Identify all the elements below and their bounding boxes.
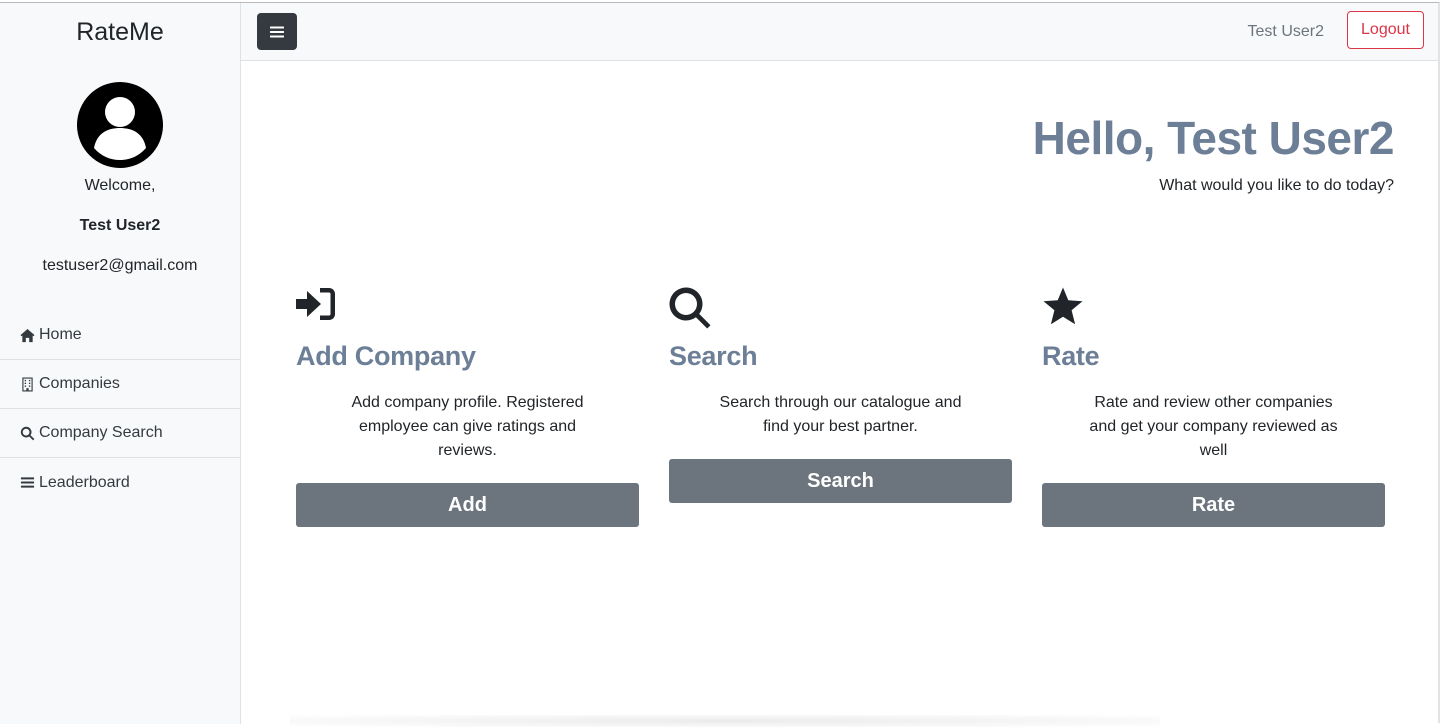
sidebar-user-name: Test User2 [79, 217, 161, 234]
sidebar-item-leaderboard[interactable]: Leaderboard [0, 458, 240, 507]
card-description: Rate and review other companies and get … [1089, 394, 1338, 459]
logout-button[interactable]: Logout [1347, 11, 1424, 49]
card-title: Search [669, 341, 758, 371]
search-icon [20, 426, 35, 440]
bars-icon [20, 477, 35, 488]
sidebar-toggle-button[interactable] [257, 13, 297, 50]
page-subtitle: What would you like to do today? [1159, 177, 1394, 194]
home-icon [20, 328, 35, 342]
sign-in-icon [296, 288, 335, 320]
hamburger-icon [270, 26, 284, 37]
sidebar-item-label: Leaderboard [39, 473, 130, 491]
sidebar-item-label: Home [39, 326, 82, 343]
welcome-text: Welcome, [84, 177, 156, 194]
brand-logo[interactable]: RateMe [0, 18, 240, 47]
add-button[interactable]: Add [296, 483, 639, 527]
sidebar-item-company-search[interactable]: Company Search [0, 409, 240, 458]
card-description: Search through our catalogue and find yo… [719, 394, 962, 435]
sidebar: RateMe Welcome, Test User2 testuser2@gma… [0, 3, 241, 724]
sidebar-item-companies[interactable]: Companies [0, 360, 240, 409]
page-greeting: Hello, Test User2 [1032, 112, 1395, 164]
navbar-user-name[interactable]: Test User2 [1248, 23, 1324, 41]
rate-card: Rate Rate and review other companies and… [1042, 287, 1385, 527]
top-navbar: Test User2 Logout [241, 3, 1438, 61]
search-card: Search Search through our catalogue and … [669, 287, 1012, 503]
rate-button[interactable]: Rate [1042, 483, 1385, 527]
sidebar-item-home[interactable]: Home [0, 311, 240, 360]
search-icon [669, 287, 711, 329]
user-avatar-icon [77, 82, 163, 168]
star-icon [1043, 287, 1083, 325]
sidebar-item-label: Companies [39, 375, 120, 392]
building-icon [22, 376, 33, 392]
add-company-card: Add Company Add company profile. Registe… [296, 287, 639, 527]
sidebar-item-label: Company Search [39, 424, 163, 441]
sidebar-nav: Home Companies Company Search Leaderboar… [0, 311, 240, 507]
card-title: Rate [1042, 341, 1100, 371]
card-title: Add Company [296, 341, 476, 371]
card-description: Add company profile. Registered employee… [351, 394, 584, 459]
footer-shadow [290, 715, 1160, 727]
app-window: RateMe Welcome, Test User2 testuser2@gma… [0, 2, 1440, 727]
sidebar-user-email: testuser2@gmail.com [42, 257, 198, 274]
search-button[interactable]: Search [669, 459, 1012, 503]
